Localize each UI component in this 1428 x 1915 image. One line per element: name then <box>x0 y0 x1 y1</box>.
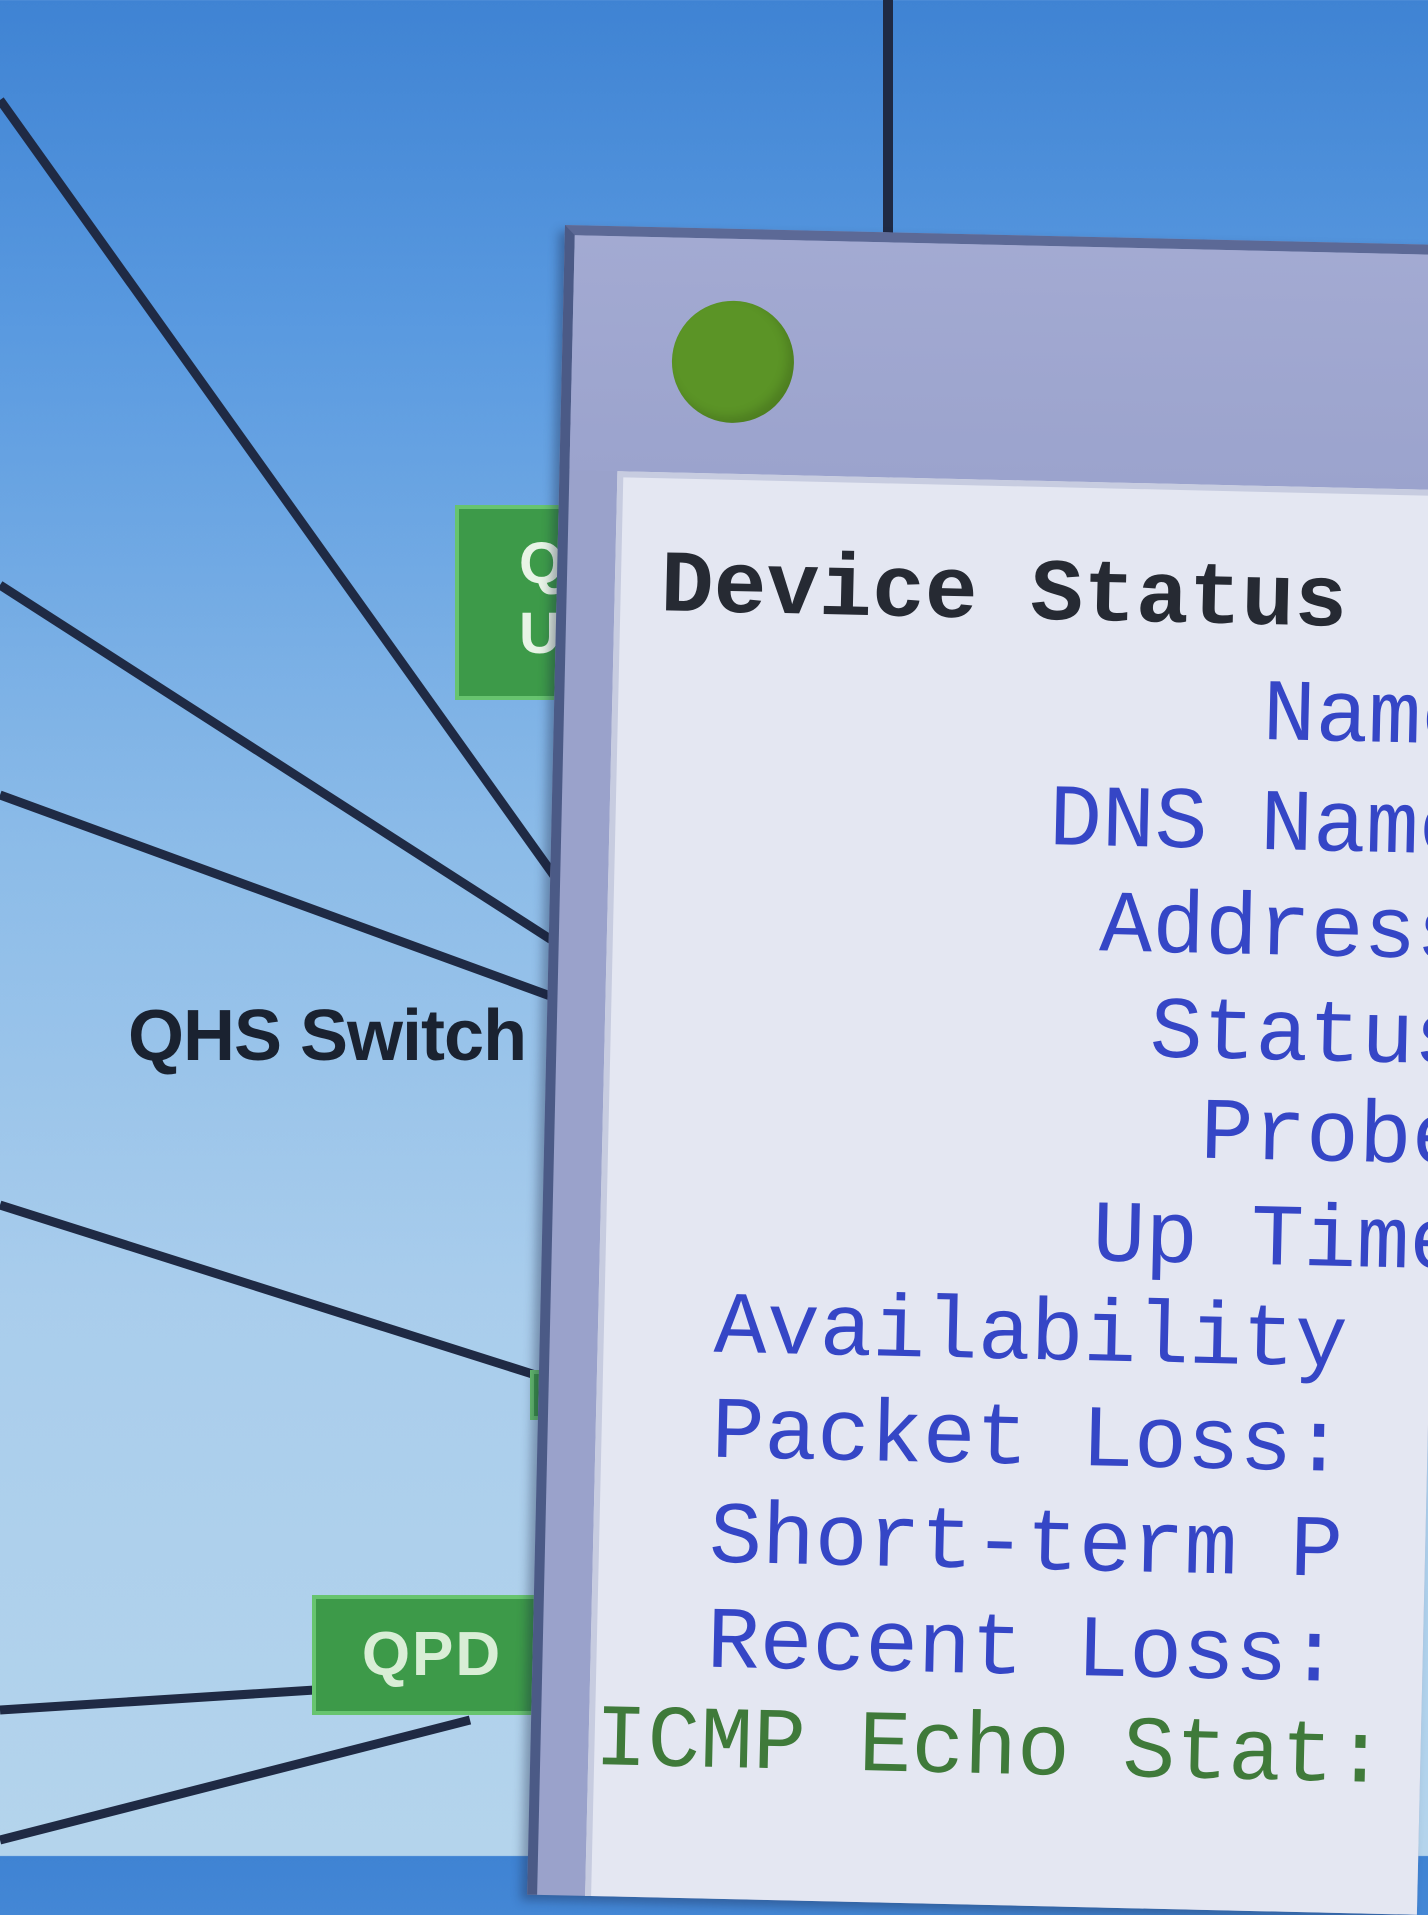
network-link <box>0 1200 547 1383</box>
network-link <box>0 1685 316 1715</box>
qhs-switch-label: QHS Switch <box>128 996 527 1076</box>
panel-title: Device Status <box>659 538 1349 653</box>
status-indicator-icon <box>670 299 796 425</box>
field-label-name: Name <box>1261 666 1428 771</box>
field-label-icmp-echo-status: ICMP Echo Stat: <box>593 1692 1388 1810</box>
device-status-window[interactable]: Device Status Name DNS Name Address Stat… <box>527 225 1428 1915</box>
field-label-packet-loss: Packet Loss: <box>710 1384 1347 1499</box>
network-link <box>0 97 579 908</box>
field-label-dns-name: DNS Name <box>1047 772 1428 881</box>
device-status-panel: Device Status Name DNS Name Address Stat… <box>585 471 1428 1915</box>
network-node-label: QPD <box>361 1620 503 1689</box>
network-node-qpd[interactable]: QPD <box>312 1595 552 1715</box>
field-label-up-time: Up Time <box>1091 1188 1428 1296</box>
field-label-availability: Availability <box>712 1279 1349 1394</box>
network-link <box>0 1715 472 1845</box>
window-title-bar[interactable] <box>569 235 1428 491</box>
field-label-probe: Probe <box>1199 1085 1428 1191</box>
field-label-recent-loss: Recent Loss: <box>705 1594 1342 1708</box>
field-label-status: Status <box>1148 984 1428 1091</box>
field-label-short-term: Short-term P <box>708 1489 1344 1603</box>
field-label-address: Address <box>1098 878 1428 986</box>
